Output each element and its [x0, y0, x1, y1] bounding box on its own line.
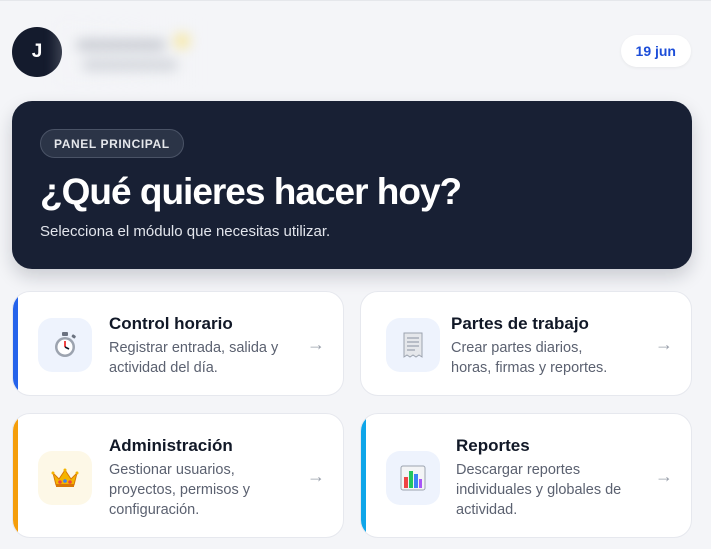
hero-subtitle: Selecciona el módulo que necesitas utili…	[40, 223, 331, 240]
stopwatch-icon	[38, 318, 92, 372]
card-title: Reportes	[456, 436, 530, 455]
module-card-administracion[interactable]: Administración Gestionar usuarios, proye…	[12, 413, 344, 538]
module-card-control-horario[interactable]: Control horario Registrar entrada, salid…	[12, 291, 344, 396]
hero-badge: PANEL PRINCIPAL	[40, 129, 184, 158]
card-description: Crear partes diarios, horas, firmas y re…	[451, 340, 608, 376]
arrow-right-icon: →	[307, 466, 325, 486]
arrow-right-icon: →	[655, 334, 673, 354]
card-title: Control horario	[109, 314, 233, 333]
card-accent	[361, 414, 366, 537]
date-badge: 19 jun	[620, 35, 691, 67]
hero-panel: PANEL PRINCIPAL ¿Qué quieres hacer hoy? …	[12, 101, 692, 269]
module-card-partes-de-trabajo[interactable]: Partes de trabajo Crear partes diarios, …	[360, 291, 692, 396]
card-accent	[13, 414, 18, 537]
crown-icon	[38, 451, 92, 505]
bar-chart-icon	[386, 451, 440, 505]
arrow-right-icon: →	[307, 334, 325, 354]
card-accent	[13, 292, 18, 395]
user-name-blurred	[56, 21, 206, 85]
card-title: Partes de trabajo	[451, 314, 589, 333]
top-bar: J 19 jun	[0, 0, 711, 92]
card-description: Registrar entrada, salida y actividad de…	[109, 340, 279, 376]
document-icon	[386, 318, 440, 372]
arrow-right-icon: →	[655, 466, 673, 486]
avatar[interactable]: J	[12, 27, 62, 77]
page-title: ¿Qué quieres hacer hoy?	[40, 171, 462, 212]
card-description: Descargar reportes individuales y global…	[456, 462, 622, 518]
card-description: Gestionar usuarios, proyectos, permisos …	[109, 462, 251, 518]
card-title: Administración	[109, 436, 233, 455]
module-card-reportes[interactable]: Reportes Descargar reportes individuales…	[360, 413, 692, 538]
